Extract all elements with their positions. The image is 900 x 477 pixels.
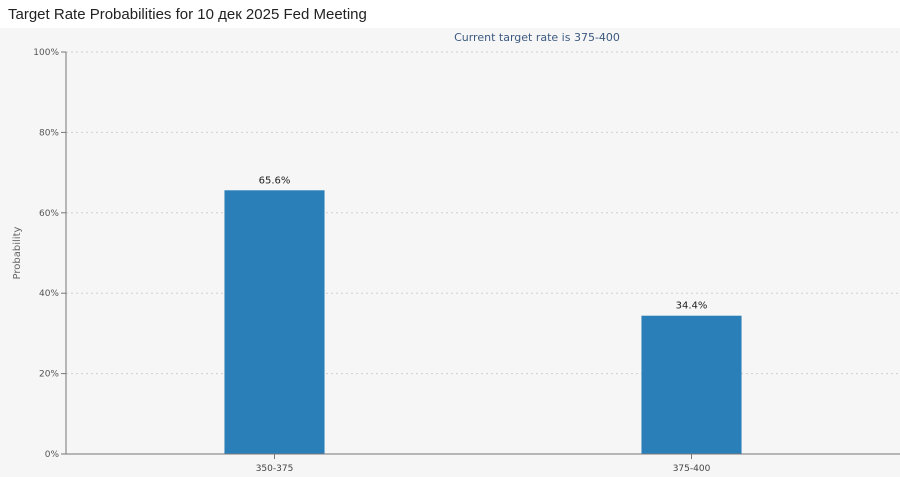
bar-350-375 (224, 190, 325, 454)
y-tick-label: 60% (39, 209, 59, 219)
y-axis-ticks: 0% 20% 40% 60% 80% 100% (33, 48, 66, 460)
x-axis-labels: 350-375 375-400 (256, 454, 711, 474)
x-tick-label: 375-400 (673, 464, 711, 474)
probability-bar-chart: Current target rate is 375-400 0% 20% 40% 6… (12, 31, 900, 474)
bars: 65.6% 34.4% (224, 175, 742, 454)
chart-subtitle: Current target rate is 375-400 (454, 31, 620, 44)
bar-375-400 (641, 315, 742, 454)
grid (66, 51, 900, 375)
page-title: Target Rate Probabilities for 10 дек 202… (8, 6, 367, 23)
y-axis-title: Probability (12, 226, 23, 279)
y-tick-label: 0% (45, 450, 60, 460)
y-tick-label: 100% (33, 48, 59, 58)
y-tick-label: 40% (39, 289, 59, 299)
chart-area: Current target rate is 375-400 0% 20% 40% 6… (0, 28, 900, 477)
y-tick-label: 20% (39, 370, 59, 380)
y-tick-label: 80% (39, 128, 59, 138)
data-label: 34.4% (676, 301, 708, 312)
x-tick-label: 350-375 (256, 464, 294, 474)
data-label: 65.6% (259, 175, 291, 186)
